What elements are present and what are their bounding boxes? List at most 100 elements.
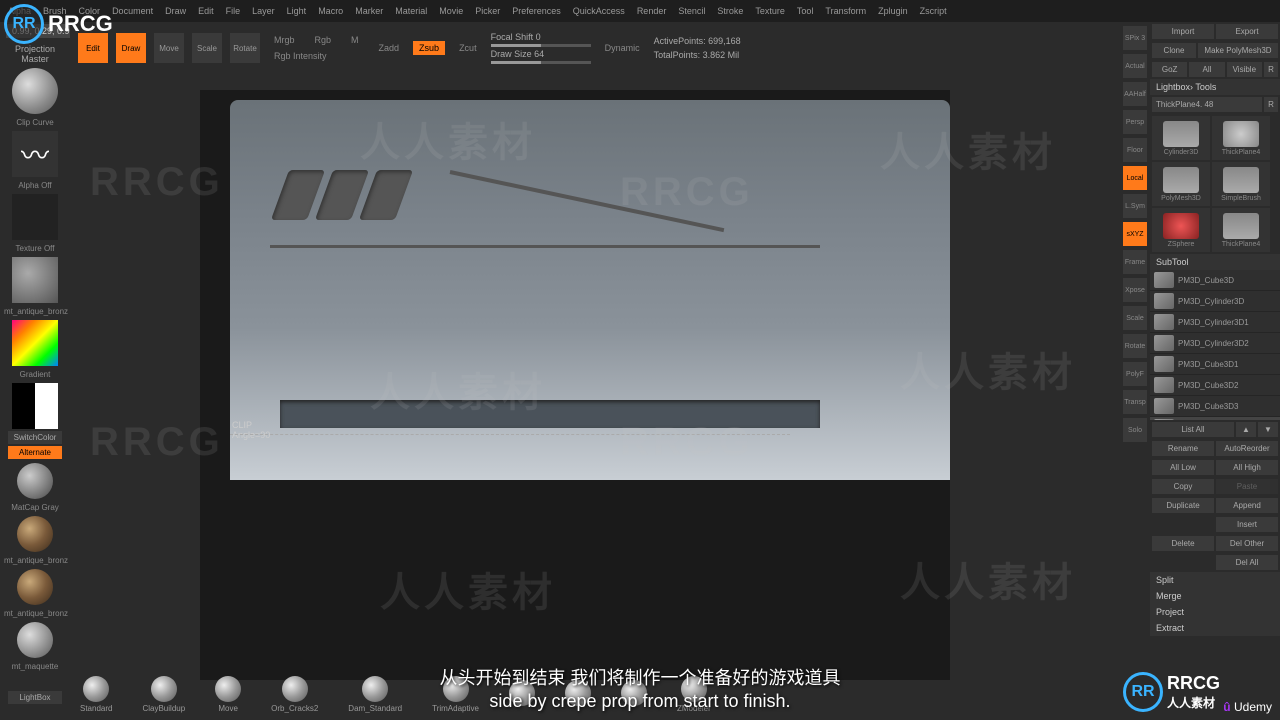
menu-item[interactable]: Tool [797,6,814,16]
spix-button[interactable]: SPix 3 [1123,26,1147,50]
menu-item[interactable]: Stencil [678,6,705,16]
draw-button[interactable]: Draw [116,33,146,63]
color-picker[interactable] [12,320,58,366]
menu-item[interactable]: Zscript [920,6,947,16]
subtool-item[interactable]: PM3D_Cube3D2 [1150,375,1280,396]
menu-item[interactable]: Document [112,6,153,16]
tool-thumb[interactable]: SimpleBrush [1212,162,1270,206]
all-low-button[interactable]: All Low [1152,460,1214,475]
sxyz-button[interactable]: sXYZ [1123,222,1147,246]
solo-button[interactable]: Solo [1123,418,1147,442]
goz-visible-button[interactable]: Visible [1227,62,1262,77]
scale-button[interactable]: Scale [192,33,222,63]
lightbox-tools-header[interactable]: Lightbox› Tools [1150,79,1280,95]
goz-r-button[interactable]: R [1264,62,1278,77]
menu-item[interactable]: Light [287,6,307,16]
alpha-swatch[interactable] [12,194,58,240]
subtool-item[interactable]: PM3D_Cylinder3D1 [1150,312,1280,333]
brush-thumb-icon[interactable] [12,68,58,114]
arrow-down-icon[interactable]: ▼ [1258,422,1278,437]
clone-button[interactable]: Clone [1152,43,1196,58]
subtool-item[interactable]: PM3D_Cube3D3 [1150,396,1280,417]
menu-item[interactable]: Marker [355,6,383,16]
actual-button[interactable]: Actual [1123,54,1147,78]
dynamic-button[interactable]: Dynamic [599,41,646,55]
goz-all-button[interactable]: All [1189,62,1224,77]
move-button[interactable]: Move [154,33,184,63]
polyf-button[interactable]: PolyF [1123,362,1147,386]
color-swatches[interactable] [12,383,58,429]
alternate-button[interactable]: Alternate [8,446,62,459]
import-button[interactable]: Import [1152,24,1214,39]
goz-button[interactable]: GoZ [1152,62,1187,77]
subtool-item[interactable]: PM3D_Cylinder3D [1150,291,1280,312]
menu-item[interactable]: Zplugin [878,6,908,16]
menu-item[interactable]: QuickAccess [573,6,625,16]
lightbox-button[interactable]: LightBox [8,691,62,704]
merge-header[interactable]: Merge [1150,588,1280,604]
matcap-sphere[interactable] [17,463,53,499]
tool-thumb[interactable]: ZSphere [1152,208,1210,252]
tool-r-button[interactable]: R [1264,97,1278,112]
m-button[interactable]: M [345,33,365,47]
menu-item[interactable]: Texture [755,6,785,16]
export-button[interactable]: Export [1216,24,1278,39]
del-all-button[interactable]: Del All [1216,555,1278,570]
tool-thumb[interactable]: ThickPlane4 [1212,116,1270,160]
persp-button[interactable]: Persp [1123,110,1147,134]
split-header[interactable]: Split [1150,572,1280,588]
make-polymesh-button[interactable]: Make PolyMesh3D [1198,43,1278,58]
del-other-button[interactable]: Del Other [1216,536,1278,551]
texture-swatch[interactable] [12,257,58,303]
menu-item[interactable]: File [226,6,241,16]
menu-item[interactable]: Render [637,6,667,16]
menu-item[interactable]: Picker [475,6,500,16]
copy-button[interactable]: Copy [1152,479,1214,494]
rotate-nav-button[interactable]: Rotate [1123,334,1147,358]
menu-item[interactable]: Movie [439,6,463,16]
arrow-up-icon[interactable]: ▲ [1236,422,1256,437]
frame-button[interactable]: Frame [1123,250,1147,274]
transp-button[interactable]: Transp [1123,390,1147,414]
tool-thumb[interactable]: PolyMesh3D [1152,162,1210,206]
local-button[interactable]: Local [1123,166,1147,190]
zcut-button[interactable]: Zcut [453,41,483,55]
material-sphere[interactable] [17,516,53,552]
insert-button[interactable]: Insert [1216,517,1278,532]
lsym-button[interactable]: L.Sym [1123,194,1147,218]
menu-item[interactable]: Edit [198,6,214,16]
rename-button[interactable]: Rename [1152,441,1214,456]
aahalf-button[interactable]: AAHalf [1123,82,1147,106]
menu-item[interactable]: Preferences [512,6,561,16]
projection-master-button[interactable]: Projection Master [4,44,66,64]
append-button[interactable]: Append [1216,498,1278,513]
subtool-item[interactable]: PM3D_Cylinder3D2 [1150,333,1280,354]
menu-item[interactable]: Layer [252,6,275,16]
material-sphere[interactable] [17,569,53,605]
menu-item[interactable]: Stroke [717,6,743,16]
zadd-button[interactable]: Zadd [373,41,406,55]
duplicate-button[interactable]: Duplicate [1152,498,1214,513]
switchcolor-button[interactable]: SwitchColor [8,431,62,444]
mrgb-button[interactable]: Mrgb [268,33,301,47]
focal-shift-slider[interactable] [491,44,591,47]
all-high-button[interactable]: All High [1216,460,1278,475]
project-header[interactable]: Project [1150,604,1280,620]
rotate-button[interactable]: Rotate [230,33,260,63]
extract-header[interactable]: Extract [1150,620,1280,636]
material-sphere[interactable] [17,622,53,658]
stroke-icon[interactable]: 〰 [12,131,58,177]
zsub-button[interactable]: Zsub [413,41,445,55]
scale-nav-button[interactable]: Scale [1123,306,1147,330]
viewport[interactable] [200,90,950,680]
tool-thumb[interactable]: Cylinder3D [1152,116,1210,160]
current-tool-label[interactable]: ThickPlane4. 48 [1152,97,1262,112]
list-all-button[interactable]: List All [1152,422,1234,437]
menu-item[interactable]: Macro [318,6,343,16]
xpose-button[interactable]: Xpose [1123,278,1147,302]
menu-item[interactable]: Material [395,6,427,16]
menu-item[interactable]: Draw [165,6,186,16]
rgb-button[interactable]: Rgb [309,33,338,47]
subtool-item[interactable]: PM3D_Cube3D1 [1150,354,1280,375]
autoreorder-button[interactable]: AutoReorder [1216,441,1278,456]
